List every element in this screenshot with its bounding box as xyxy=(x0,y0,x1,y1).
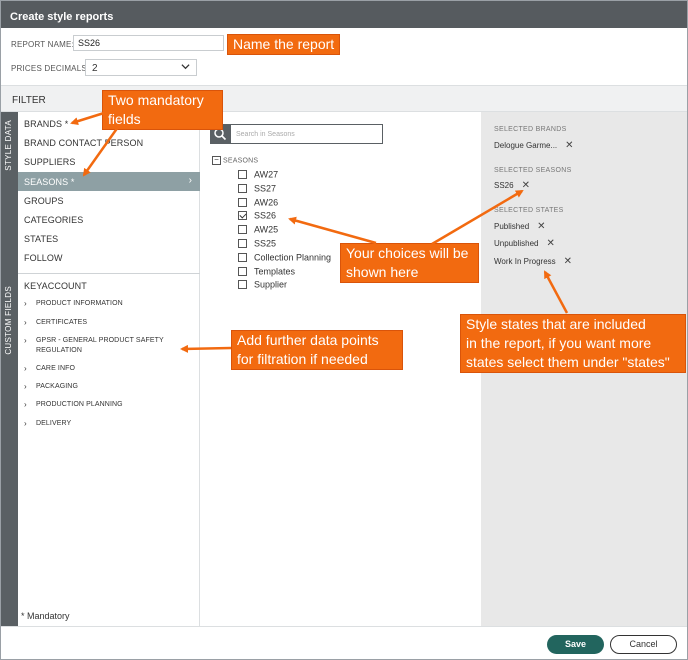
selected-season-chip: SS26 ✕ xyxy=(494,180,530,191)
callout-states: Style states that are included in the re… xyxy=(460,314,686,373)
remove-icon[interactable]: ✕ xyxy=(522,180,530,191)
selected-state-chip: Published ✕ xyxy=(494,221,546,232)
option-ss27[interactable]: SS27 xyxy=(238,183,276,194)
callout-mandatory-fields: Two mandatory fields xyxy=(102,90,223,130)
custom-field-delivery[interactable]: › DELIVERY xyxy=(18,419,200,430)
prices-decimals-select[interactable]: 2 xyxy=(85,59,197,76)
dialog-title: Create style reports xyxy=(1,1,687,28)
custom-field-product-information[interactable]: › PRODUCT INFORMATION xyxy=(18,299,200,310)
checkbox[interactable] xyxy=(238,225,247,235)
remove-icon[interactable]: ✕ xyxy=(546,238,554,249)
custom-field-production-planning[interactable]: › PRODUCTION PLANNING xyxy=(18,400,200,411)
chevron-down-icon xyxy=(181,62,190,73)
save-button[interactable]: Save xyxy=(547,635,604,654)
nav-item-groups[interactable]: GROUPS xyxy=(18,191,200,210)
section-divider xyxy=(18,273,200,274)
selected-state-chip: Work In Progress ✕ xyxy=(494,256,573,267)
callout-choices: Your choices will be shown here xyxy=(340,243,479,283)
remove-icon[interactable]: ✕ xyxy=(537,221,545,232)
mandatory-note: * Mandatory xyxy=(21,611,70,621)
report-name-input[interactable]: SS26 xyxy=(73,35,224,51)
chevron-right-icon: › xyxy=(24,318,27,327)
chevron-right-icon: › xyxy=(24,336,27,345)
nav-item-brand-contact-person[interactable]: BRAND CONTACT PERSON xyxy=(18,133,200,152)
option-templates[interactable]: Templates xyxy=(238,266,295,277)
nav-item-follow[interactable]: FOLLOW xyxy=(18,248,200,267)
nav-item-categories[interactable]: CATEGORIES xyxy=(18,210,200,229)
custom-field-certificates[interactable]: › CERTIFICATES xyxy=(18,318,200,329)
checkbox[interactable] xyxy=(238,267,247,277)
chevron-right-icon: › xyxy=(24,419,27,428)
seasons-search-input[interactable]: Search in Seasons xyxy=(230,124,383,144)
custom-field-gpsr[interactable]: › GPSR - GENERAL PRODUCT SAFETY REGULATIO… xyxy=(18,336,200,356)
report-name-label: REPORT NAME: xyxy=(11,40,75,49)
callout-name-report: Name the report xyxy=(227,34,341,55)
tab-style-data-label: STYLE DATA xyxy=(4,120,13,171)
collapse-icon[interactable]: − xyxy=(212,156,221,165)
cancel-button[interactable]: Cancel xyxy=(610,635,677,654)
option-ss25[interactable]: SS25 xyxy=(238,238,276,249)
chevron-right-icon: › xyxy=(24,382,27,391)
option-aw26[interactable]: AW26 xyxy=(238,197,278,208)
nav-item-suppliers[interactable]: SUPPLIERS xyxy=(18,152,200,171)
remove-icon[interactable]: ✕ xyxy=(565,140,573,151)
selected-brands-heading: SELECTED BRANDS xyxy=(494,126,567,133)
tab-custom-fields[interactable]: CUSTOM FIELDS xyxy=(1,274,18,626)
selected-brand-chip: Delogue Garme... ✕ xyxy=(494,140,574,151)
option-aw25[interactable]: AW25 xyxy=(238,224,278,235)
tab-style-data[interactable]: STYLE DATA xyxy=(1,112,18,274)
option-ss26[interactable]: SS26 xyxy=(238,210,276,221)
nav-item-seasons[interactable]: SEASONS * › xyxy=(18,172,200,191)
option-aw27[interactable]: AW27 xyxy=(238,169,278,180)
chevron-right-icon: › xyxy=(24,299,27,308)
selected-seasons-heading: SELECTED SEASONS xyxy=(494,167,572,174)
remove-icon[interactable]: ✕ xyxy=(564,256,572,267)
checkbox[interactable] xyxy=(238,170,247,180)
prices-decimals-value: 2 xyxy=(92,63,98,74)
checkbox[interactable] xyxy=(238,184,247,194)
dialog-footer: Save Cancel xyxy=(1,626,687,659)
option-collection-planning[interactable]: Collection Planning xyxy=(238,252,331,263)
option-supplier[interactable]: Supplier xyxy=(238,279,287,290)
chevron-right-icon: › xyxy=(24,400,27,409)
callout-further-data: Add further data points for filtration i… xyxy=(231,330,403,370)
checkbox[interactable] xyxy=(238,198,247,208)
checkbox[interactable] xyxy=(238,253,247,263)
chevron-right-icon: › xyxy=(24,364,27,373)
tab-custom-fields-label: CUSTOM FIELDS xyxy=(4,286,13,355)
nav-item-keyaccount[interactable]: KEYACCOUNT xyxy=(18,276,200,295)
seasons-tree-root[interactable]: − SEASONS xyxy=(212,156,258,165)
selected-states-heading: SELECTED STATES xyxy=(494,207,564,214)
nav-item-states[interactable]: STATES xyxy=(18,229,200,248)
checkbox[interactable] xyxy=(238,239,247,249)
checkbox[interactable] xyxy=(238,280,247,290)
custom-field-packaging[interactable]: › PACKAGING xyxy=(18,382,200,393)
selected-state-chip: Unpublished ✕ xyxy=(494,238,555,249)
filter-categories: BRANDS * BRAND CONTACT PERSON SUPPLIERS … xyxy=(18,112,200,626)
checkbox-checked[interactable] xyxy=(238,211,247,221)
nav-item-seasons-label: SEASONS * xyxy=(24,177,75,187)
custom-field-care-info[interactable]: › CARE INFO xyxy=(18,364,200,375)
chevron-right-icon: › xyxy=(188,175,192,186)
prices-decimals-label: PRICES DECIMALS: xyxy=(11,64,90,73)
